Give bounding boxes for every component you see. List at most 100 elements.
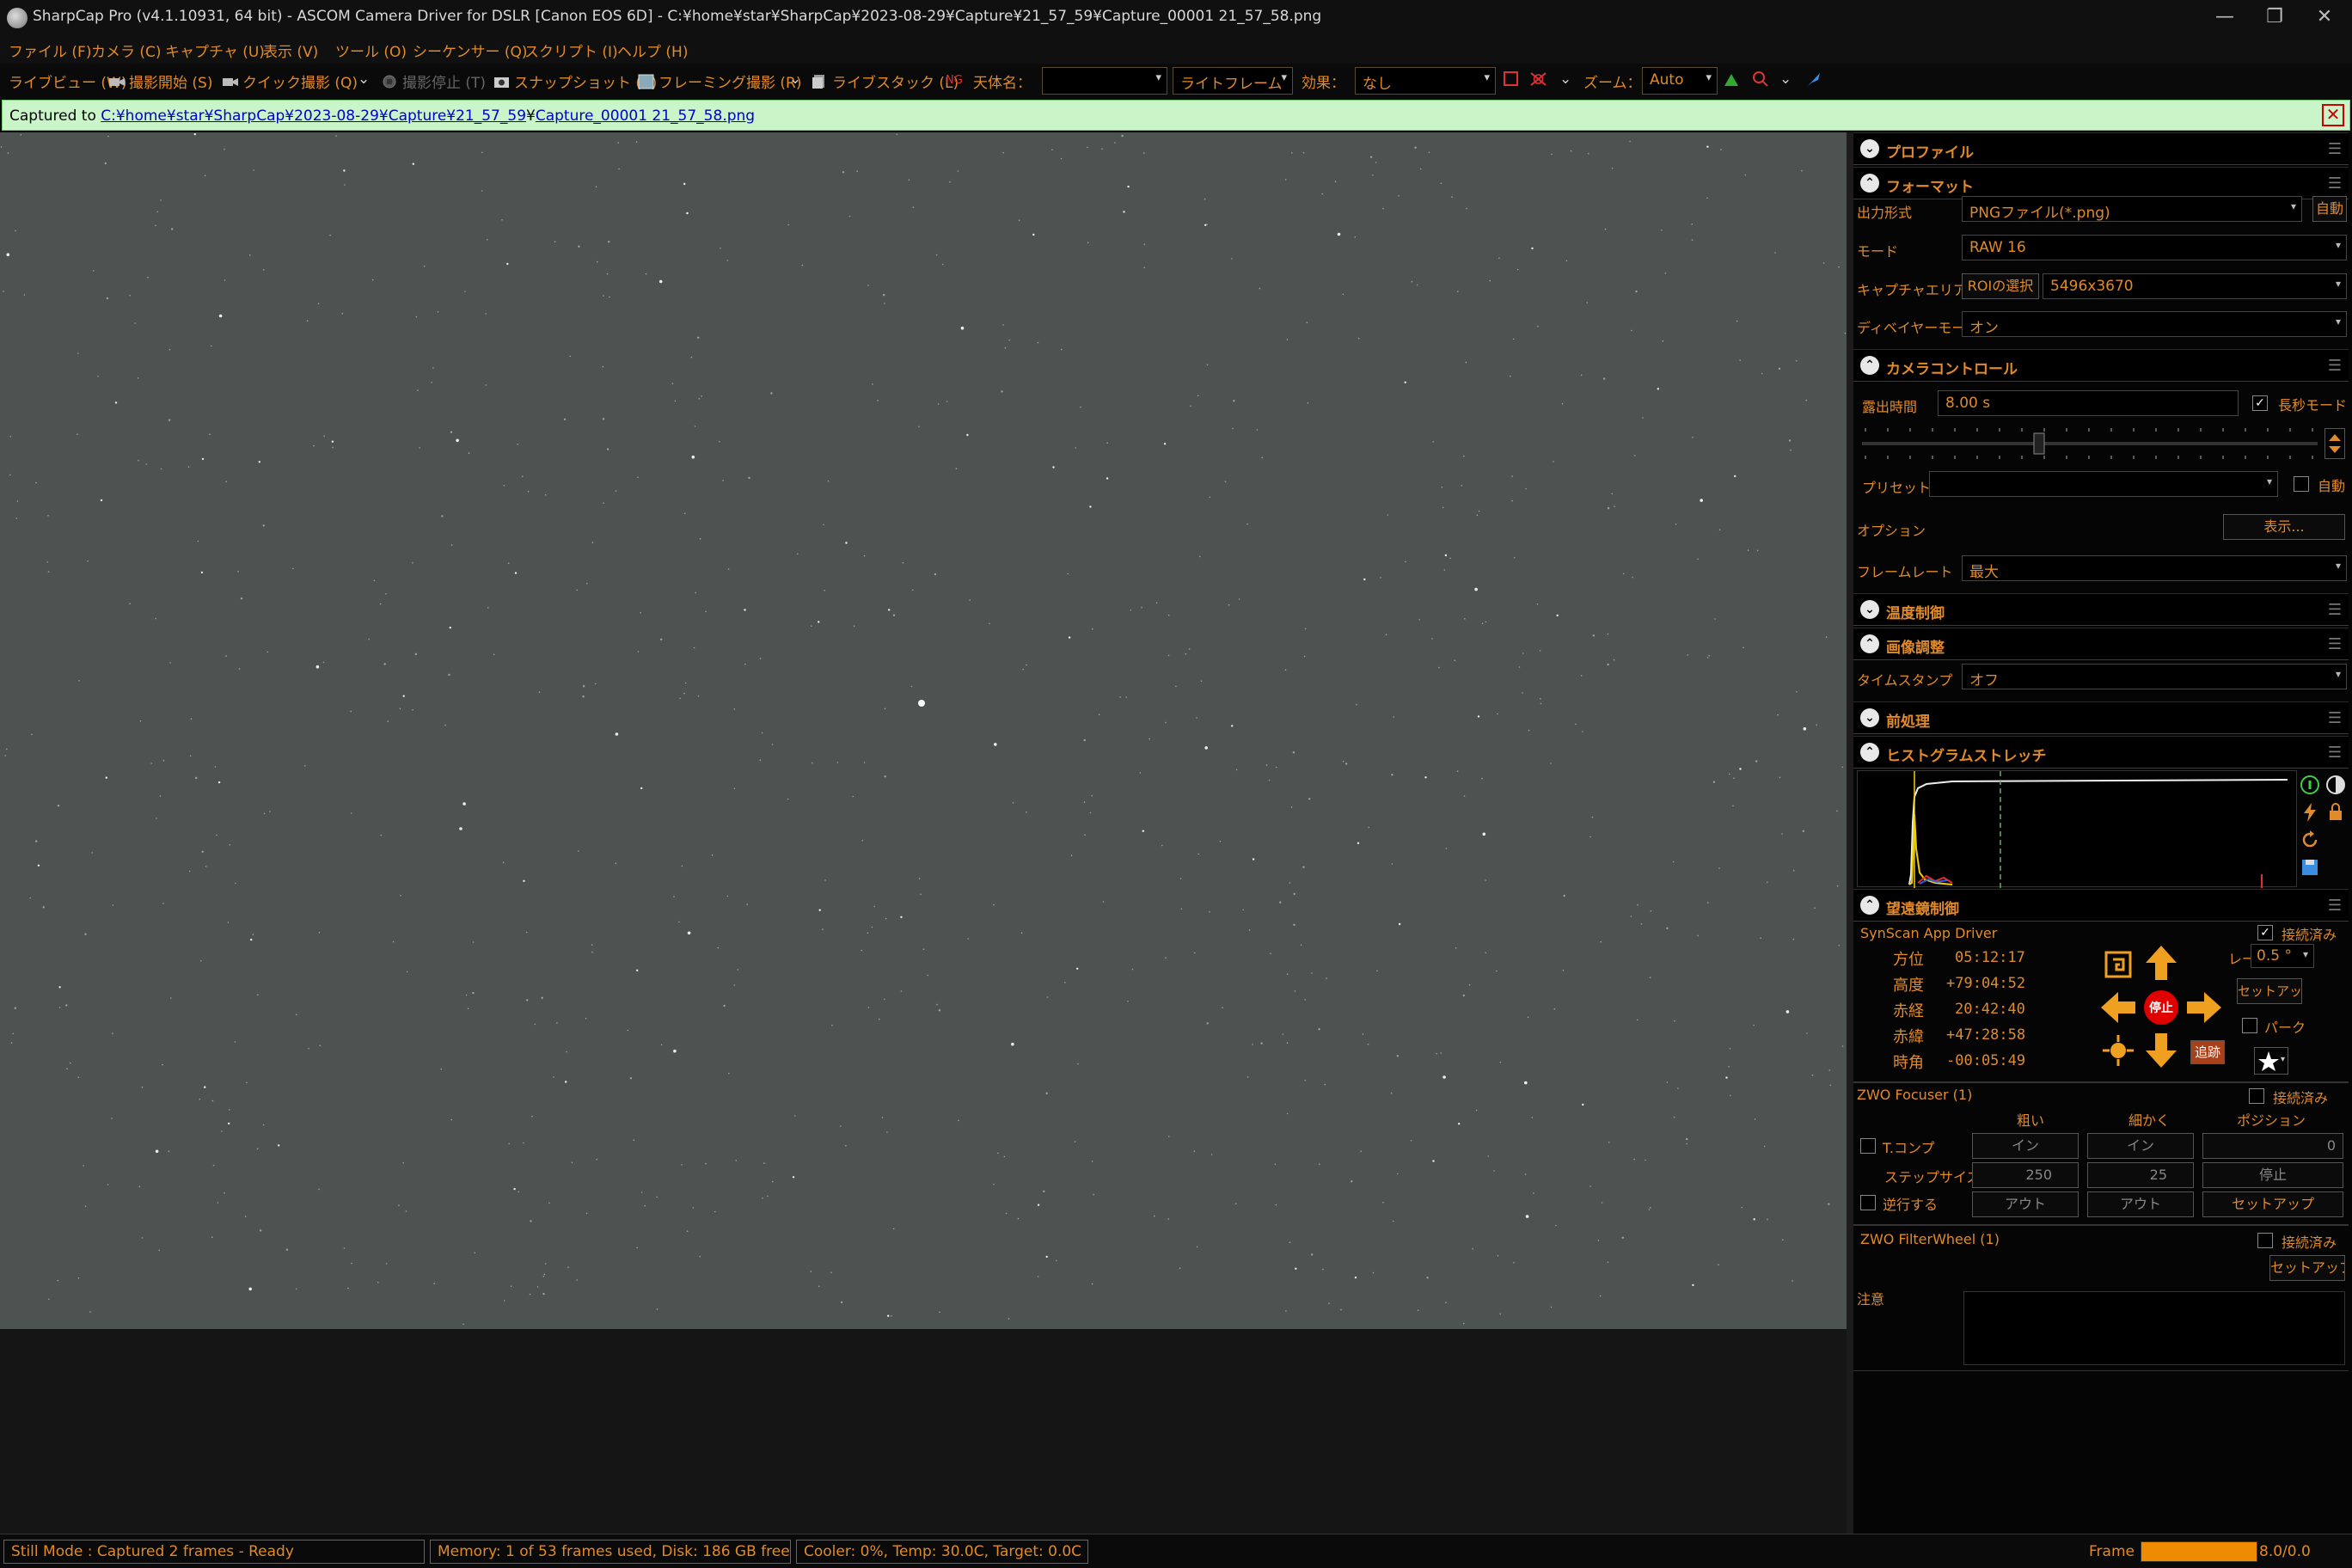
slider-thumb[interactable]	[2033, 432, 2045, 455]
telescope-connected-checkbox[interactable]: ✓	[2257, 925, 2273, 940]
auto-stretch-icon[interactable]	[2299, 801, 2321, 824]
section-format[interactable]: ⌃ フォーマット ☰	[1853, 167, 2349, 199]
coarse-step-input[interactable]: 250	[1972, 1162, 2079, 1188]
focuser-setup-button[interactable]: セットアップ	[2202, 1191, 2343, 1217]
fine-step-input[interactable]: 25	[2087, 1162, 2194, 1188]
quick-capture-dropdown[interactable]: ⌄	[358, 70, 370, 88]
focuser-connected-checkbox[interactable]	[2249, 1088, 2264, 1104]
reticule-icon[interactable]	[1528, 70, 1551, 88]
feather-icon[interactable]	[1805, 70, 1822, 88]
close-window-button[interactable]: ✕	[2300, 2, 2349, 33]
output-format-select[interactable]: PNGファイル(*.png) ▾	[1962, 196, 2302, 222]
start-capture-button[interactable]: 撮影開始 (S)	[108, 70, 212, 92]
menu-help[interactable]: ヘルプ (H)	[617, 40, 688, 61]
target-crosshair-icon[interactable]	[2099, 1032, 2137, 1069]
park-checkbox[interactable]	[2242, 1018, 2257, 1033]
menu-script[interactable]: スクリプト (I)	[524, 40, 618, 61]
exposure-slider[interactable]	[1862, 426, 2318, 461]
focus-out-fine-button[interactable]: アウト	[2087, 1191, 2194, 1217]
target-name-combo[interactable]: ▾	[1042, 67, 1167, 95]
section-preprocess[interactable]: ⌄ 前処理 ☰	[1853, 701, 2349, 734]
notification-close-button[interactable]: ✕	[2322, 104, 2344, 126]
framerate-select[interactable]: 最大 ▾	[1962, 555, 2347, 581]
star-align-button[interactable]: ▾	[2254, 1047, 2288, 1075]
section-camera-control[interactable]: ⌃ カメラコントロール ☰	[1853, 349, 2349, 382]
timestamp-select[interactable]: オフ ▾	[1962, 664, 2347, 689]
auto-format-button[interactable]: 自動	[2312, 196, 2347, 222]
notes-textarea[interactable]	[1963, 1291, 2345, 1365]
lock-icon[interactable]	[2324, 801, 2347, 824]
roi-tool-icon[interactable]	[1503, 70, 1520, 88]
preset-auto-checkbox[interactable]	[2294, 476, 2309, 492]
focuser-position-input[interactable]: 0	[2202, 1133, 2343, 1159]
roi-select-button[interactable]: ROIの選択	[1962, 273, 2039, 299]
menu-icon[interactable]: ☰	[2328, 897, 2342, 915]
tcomp-checkbox[interactable]	[1860, 1138, 1876, 1154]
telescope-setup-button[interactable]: セットアップ	[2237, 978, 2302, 1004]
menu-sequencer[interactable]: シーケンサー (Q)	[413, 40, 528, 61]
frame-type-combo[interactable]: ライトフレーム ▾	[1173, 67, 1293, 95]
zoom-combo[interactable]: Auto ▾	[1642, 67, 1718, 95]
menu-icon[interactable]: ☰	[2328, 744, 2342, 762]
menu-icon[interactable]: ☰	[2328, 357, 2342, 375]
reset-icon[interactable]	[2299, 829, 2321, 851]
section-temperature[interactable]: ⌄ 温度制御 ☰	[1853, 593, 2349, 626]
histogram-plot[interactable]	[1857, 770, 2297, 888]
filterwheel-connected-checkbox[interactable]	[2257, 1233, 2273, 1248]
tracking-button[interactable]: 追跡	[2190, 1040, 2225, 1064]
effect-combo[interactable]: なし ▾	[1355, 67, 1496, 95]
menu-view[interactable]: 表示 (V)	[263, 40, 318, 61]
menu-icon[interactable]: ☰	[2328, 635, 2342, 653]
histogram-info-icon[interactable]	[2299, 774, 2321, 796]
goto-frame-icon[interactable]	[2099, 946, 2137, 983]
focus-out-coarse-button[interactable]: アウト	[1972, 1191, 2079, 1217]
minimize-button[interactable]: —	[2201, 2, 2249, 33]
stop-slew-button[interactable]: 停止	[2144, 990, 2178, 1025]
rate-select[interactable]: 0.5 ° ▾	[2251, 944, 2314, 968]
exposure-stepper[interactable]	[2324, 428, 2345, 459]
focus-in-fine-button[interactable]: イン	[2087, 1133, 2194, 1159]
menu-icon[interactable]: ☰	[2328, 601, 2342, 619]
options-show-button[interactable]: 表示...	[2223, 514, 2345, 540]
preset-select[interactable]: ▾	[1929, 471, 2278, 497]
capture-folder-link[interactable]: C:¥home¥star¥SharpCap¥2023-08-29¥Capture…	[101, 107, 526, 125]
menu-icon[interactable]: ☰	[2328, 140, 2342, 158]
slew-south-button[interactable]	[2142, 1032, 2180, 1069]
snapshot-button[interactable]: スナップショット (A)	[493, 70, 657, 92]
reverse-checkbox[interactable]	[1860, 1195, 1876, 1210]
menu-tools[interactable]: ツール (O)	[335, 40, 407, 61]
menu-icon[interactable]: ☰	[2328, 709, 2342, 727]
debayer-select[interactable]: オン ▾	[1962, 311, 2347, 337]
reticule-dropdown[interactable]: ⌄	[1559, 70, 1571, 88]
long-exposure-checkbox[interactable]: ✓	[2252, 395, 2268, 411]
save-icon[interactable]	[2299, 856, 2321, 879]
focuser-stop-button[interactable]: 停止	[2202, 1162, 2343, 1188]
exposure-input[interactable]: 8.00 s	[1938, 390, 2239, 416]
live-stack-button[interactable]: ライブスタック (L)	[812, 70, 959, 92]
contrast-icon[interactable]	[2324, 774, 2347, 796]
mode-select[interactable]: RAW 16 ▾	[1962, 235, 2347, 260]
section-histogram-stretch[interactable]: ⌃ ヒストグラムストレッチ ☰	[1853, 736, 2349, 769]
histogram-tool-icon[interactable]	[1723, 70, 1740, 88]
magnifier-dropdown[interactable]: ⌄	[1779, 70, 1792, 88]
section-image-adjust[interactable]: ⌃ 画像調整 ☰	[1853, 628, 2349, 660]
capture-image-view[interactable]	[0, 132, 1847, 1329]
slew-west-button[interactable]	[2099, 989, 2137, 1026]
capture-area-select[interactable]: 5496x3670 ▾	[2043, 273, 2347, 299]
menu-capture[interactable]: キャプチャ (U)	[165, 40, 265, 61]
slew-east-button[interactable]	[2185, 989, 2223, 1026]
framing-dropdown[interactable]: ⌄	[789, 70, 801, 88]
stop-capture-button[interactable]: 撮影停止 (T)	[382, 70, 486, 92]
filterwheel-setup-button[interactable]: セットアップ	[2269, 1255, 2345, 1281]
menu-camera[interactable]: カメラ (C)	[91, 40, 162, 61]
section-profile[interactable]: ⌄ プロファイル ☰	[1853, 132, 2349, 165]
menu-file[interactable]: ファイル (F)	[9, 40, 91, 61]
framing-button[interactable]: フレーミング撮影 (R)	[638, 70, 801, 92]
slew-north-button[interactable]	[2142, 944, 2180, 982]
focus-in-coarse-button[interactable]: イン	[1972, 1133, 2079, 1159]
panel-splitter[interactable]	[1847, 132, 1853, 1534]
capture-file-link[interactable]: Capture_00001 21_57_58.png	[536, 107, 755, 125]
quick-capture-button[interactable]: クイック撮影 (Q)	[222, 70, 358, 92]
magnifier-icon[interactable]	[1752, 70, 1769, 88]
menu-icon[interactable]: ☰	[2328, 175, 2342, 193]
